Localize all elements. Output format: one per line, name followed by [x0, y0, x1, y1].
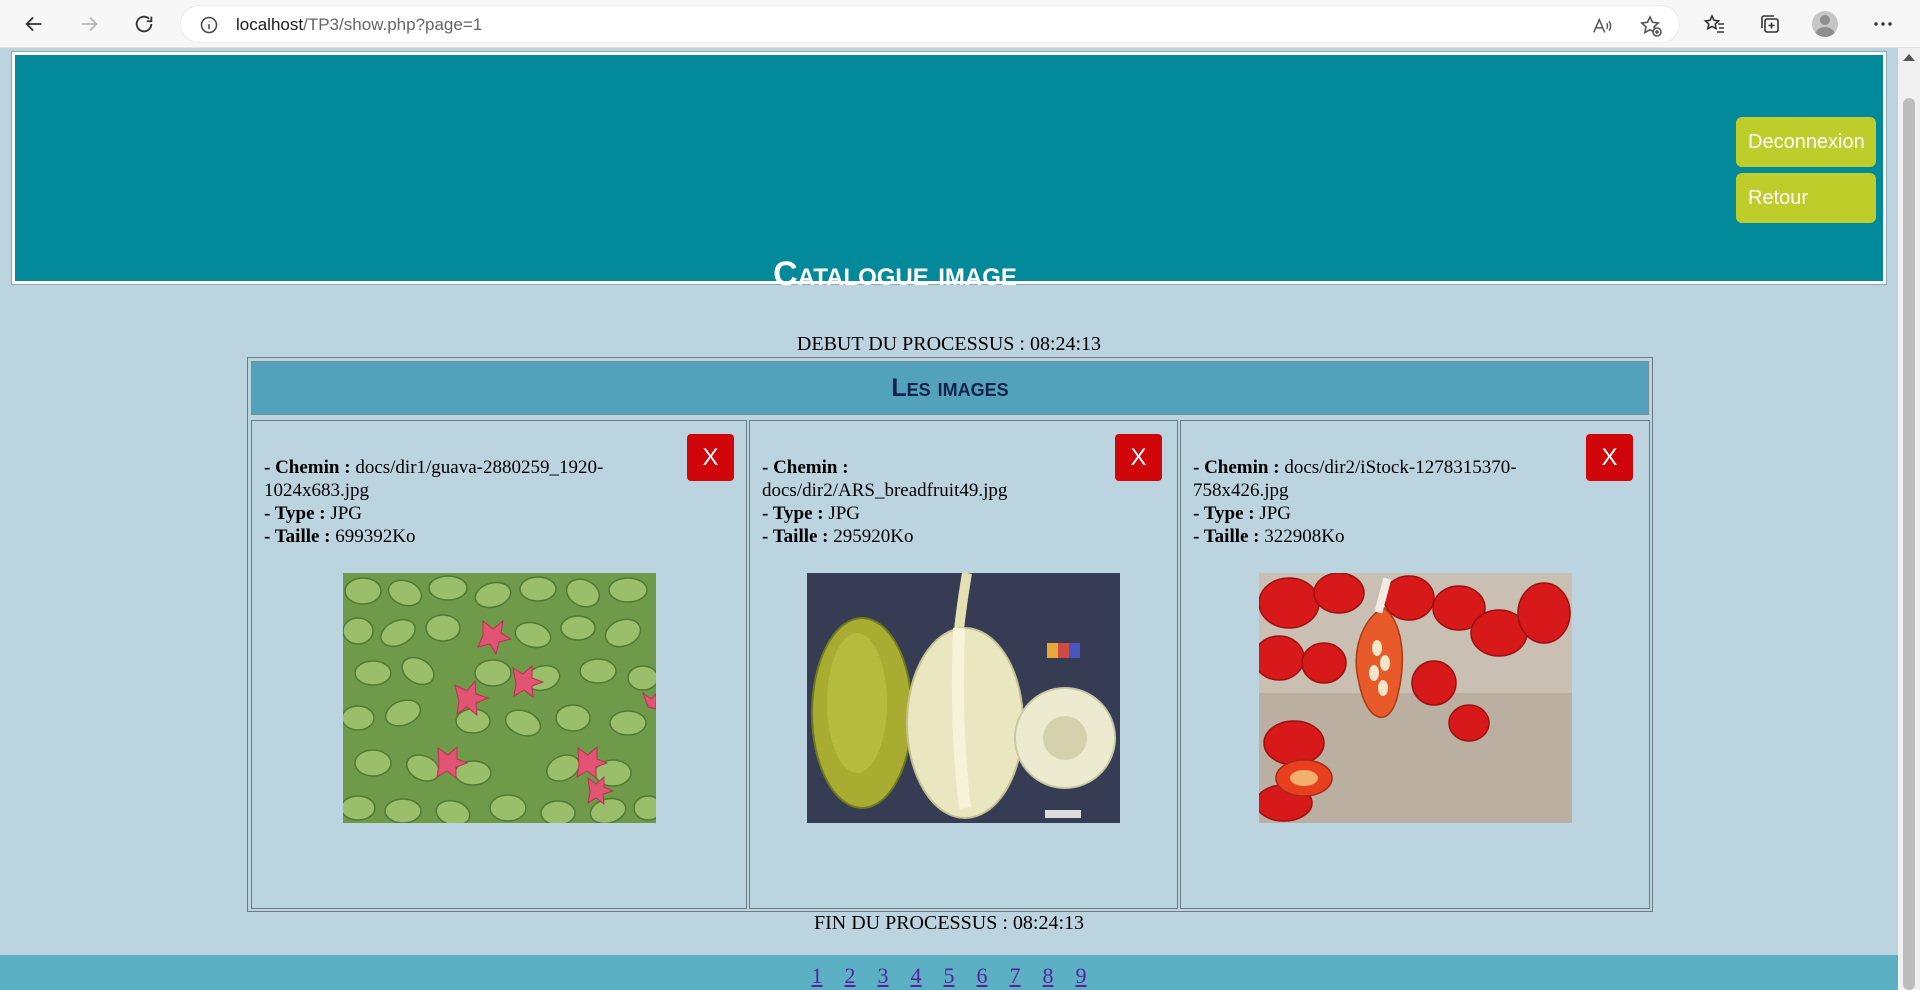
pagination-footer: 1 2 3 4 5 6 7 8 9: [0, 955, 1898, 990]
more-options-icon[interactable]: [1870, 11, 1896, 37]
page-link-1[interactable]: 1: [812, 955, 823, 990]
image-details: - Chemin : docs/dir2/ARS_breadfruit49.jp…: [762, 456, 1007, 548]
logout-button[interactable]: Deconnexion: [1736, 117, 1876, 167]
page-link-9[interactable]: 9: [1076, 955, 1087, 990]
image-path-cont: 758x426.jpg: [1193, 480, 1289, 501]
type-label: - Type :: [264, 503, 326, 524]
image-path-cont: 1024x683.jpg: [264, 480, 370, 501]
image-size: 322908Ko: [1264, 526, 1345, 547]
image-details: - Chemin : docs/dir1/guava-2880259_1920-…: [264, 456, 603, 548]
process-start-text: DEBUT DU PROCESSUS : 08:24:13: [796, 333, 1102, 355]
delete-image-button[interactable]: X: [687, 434, 734, 481]
image-card: - Chemin : docs/dir2/ARS_breadfruit49.jp…: [749, 420, 1178, 909]
page-header: Catalogue image: [11, 51, 1887, 293]
delete-image-button[interactable]: X: [1115, 434, 1162, 481]
size-label: - Taille :: [1193, 526, 1260, 547]
size-label: - Taille :: [264, 526, 331, 547]
image-type: JPG: [1259, 503, 1292, 524]
page-link-4[interactable]: 4: [911, 955, 922, 990]
back-arrow-icon[interactable]: [16, 6, 52, 42]
image-card: - Chemin : docs/dir1/guava-2880259_1920-…: [251, 420, 747, 909]
page-link-2[interactable]: 2: [845, 955, 856, 990]
images-table: Les images - Chemin : docs/dir1/guava-28…: [247, 357, 1653, 912]
path-label: - Chemin :: [1193, 457, 1280, 478]
image-card: - Chemin : docs/dir2/iStock-1278315370- …: [1180, 420, 1650, 909]
read-aloud-icon[interactable]: [1591, 15, 1613, 37]
site-info-icon[interactable]: [199, 15, 219, 35]
page-link-5[interactable]: 5: [944, 955, 955, 990]
table-caption: Les images: [251, 361, 1649, 415]
process-end-text: FIN DU PROCESSUS : 08:24:13: [813, 912, 1085, 934]
browser-toolbar: localhost/TP3/show.php?page=1: [0, 0, 1920, 48]
delete-image-button[interactable]: X: [1586, 434, 1633, 481]
scroll-thumb[interactable]: [1903, 98, 1915, 990]
image-type: JPG: [330, 503, 363, 524]
image-type: JPG: [828, 503, 861, 524]
image-size: 699392Ko: [335, 526, 416, 547]
breadfruit-photo[interactable]: [807, 573, 1120, 823]
favorites-icon[interactable]: [1702, 11, 1728, 37]
page-link-8[interactable]: 8: [1043, 955, 1054, 990]
page-link-3[interactable]: 3: [878, 955, 889, 990]
url-path: /TP3/show.php?page=1: [303, 15, 483, 34]
back-button[interactable]: Retour: [1736, 173, 1876, 223]
forward-arrow-icon[interactable]: [71, 6, 107, 42]
rosehip-photo[interactable]: [1259, 573, 1572, 823]
page-link-6[interactable]: 6: [977, 955, 988, 990]
url-text[interactable]: localhost/TP3/show.php?page=1: [236, 15, 482, 35]
image-path: docs/dir1/guava-2880259_1920-: [355, 457, 604, 478]
type-label: - Type :: [762, 503, 824, 524]
image-path-cont: docs/dir2/ARS_breadfruit49.jpg: [762, 480, 1008, 501]
address-bar[interactable]: localhost/TP3/show.php?page=1: [180, 5, 1680, 43]
guava-photo[interactable]: [343, 573, 656, 823]
size-label: - Taille :: [762, 526, 829, 547]
add-favorite-icon[interactable]: [1639, 14, 1663, 38]
collections-icon[interactable]: [1757, 11, 1783, 37]
scroll-up-arrow-icon[interactable]: [1903, 54, 1915, 61]
vertical-scrollbar[interactable]: [1898, 48, 1920, 990]
profile-avatar-icon[interactable]: [1812, 11, 1838, 37]
type-label: - Type :: [1193, 503, 1255, 524]
page-title: Catalogue image: [773, 255, 1017, 293]
path-label: - Chemin :: [264, 457, 351, 478]
avatar: [1812, 11, 1838, 37]
image-details: - Chemin : docs/dir2/iStock-1278315370- …: [1193, 456, 1517, 548]
path-label: - Chemin :: [762, 457, 849, 478]
url-host: localhost: [236, 15, 304, 34]
image-size: 295920Ko: [833, 526, 914, 547]
image-path: docs/dir2/iStock-1278315370-: [1284, 457, 1517, 478]
reload-icon[interactable]: [126, 6, 162, 42]
page-link-7[interactable]: 7: [1010, 955, 1021, 990]
